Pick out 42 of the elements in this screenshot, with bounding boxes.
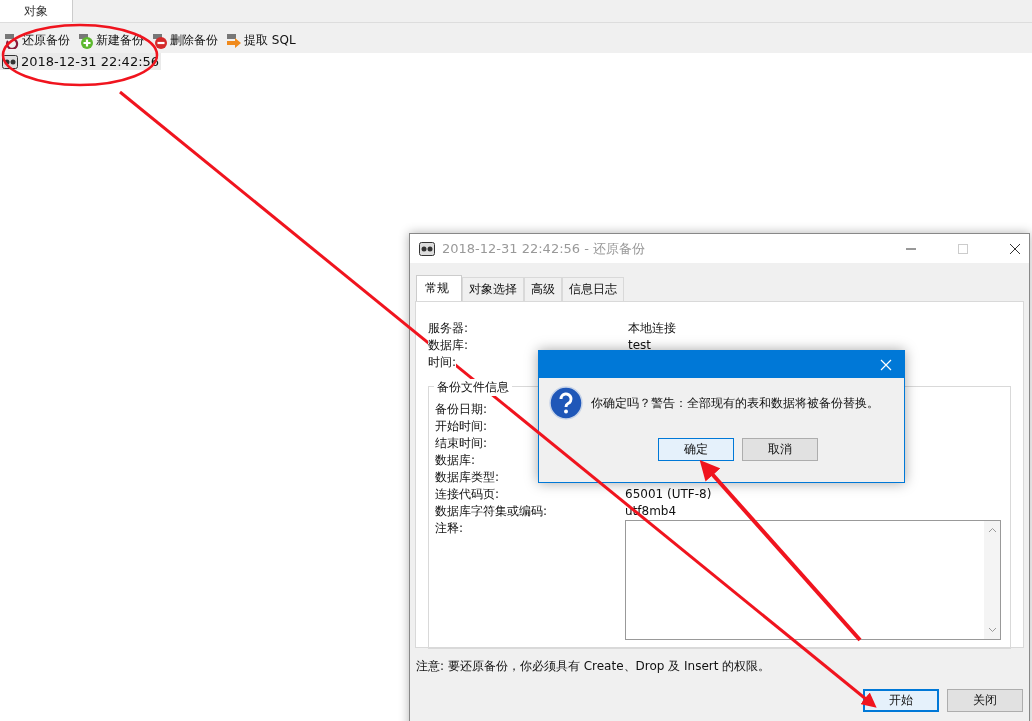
field-value: test [628, 337, 652, 354]
note-text: 注意: 要还原备份，你必须具有 Create、Drop 及 Insert 的权限。 [415, 658, 772, 675]
field-label: 备份日期: [435, 401, 488, 418]
backup-file-icon [418, 241, 436, 256]
dialog-button[interactable]: 确定 [657, 438, 734, 461]
arrow-icon [226, 32, 242, 49]
field-label: 数据库: [435, 452, 476, 469]
extract-backup-button[interactable]: 提取 SQL [226, 32, 296, 49]
dialog-button[interactable]: 关闭 [947, 689, 1023, 712]
close-icon[interactable] [1009, 242, 1021, 255]
maximize-icon[interactable] [957, 242, 969, 255]
dialog-button[interactable]: 开始 [863, 689, 939, 712]
dialog-tab[interactable]: 高级 [524, 277, 562, 301]
field-label: 注释: [435, 520, 464, 537]
field-label: 服务器: [428, 320, 469, 337]
scroll-up-icon[interactable] [987, 527, 997, 533]
dialog-tab[interactable]: 对象选择 [462, 277, 524, 301]
scroll-down-icon[interactable] [987, 627, 997, 633]
group-title: 备份文件信息 [434, 379, 512, 396]
minus-icon [152, 32, 168, 49]
dialog-button[interactable]: 取消 [741, 438, 818, 461]
objects-tab[interactable]: 对象 [0, 0, 73, 22]
delete-backup-button[interactable]: 删除备份 [152, 32, 218, 49]
field-label: 数据库: [428, 337, 469, 354]
dialog-tab[interactable]: 常规 [416, 275, 462, 301]
scrollbar[interactable] [984, 521, 1000, 639]
field-label: 时间: [428, 354, 457, 371]
restore-backup-button[interactable]: 还原备份 [4, 32, 70, 49]
field-label: 开始时间: [435, 418, 488, 435]
plus-icon [78, 32, 94, 49]
window-title: 2018-12-31 22:42:56 - 还原备份 [442, 239, 647, 258]
message-text: 你确定吗？警告：全部现有的表和数据将被备份替换。 [591, 394, 879, 412]
field-value: 本地连接 [628, 320, 676, 337]
field-label: 连接代码页: [435, 486, 500, 503]
comment-field[interactable] [625, 520, 1001, 640]
field-label: 数据库字符集或编码: [435, 503, 548, 520]
field-label: 结束时间: [435, 435, 488, 452]
dialog-tab[interactable]: 信息日志 [562, 277, 624, 301]
field-label: 数据库类型: [435, 469, 500, 486]
restore-icon [4, 32, 20, 49]
question-icon [549, 386, 583, 420]
field-value: 65001 (UTF-8) [625, 486, 712, 503]
